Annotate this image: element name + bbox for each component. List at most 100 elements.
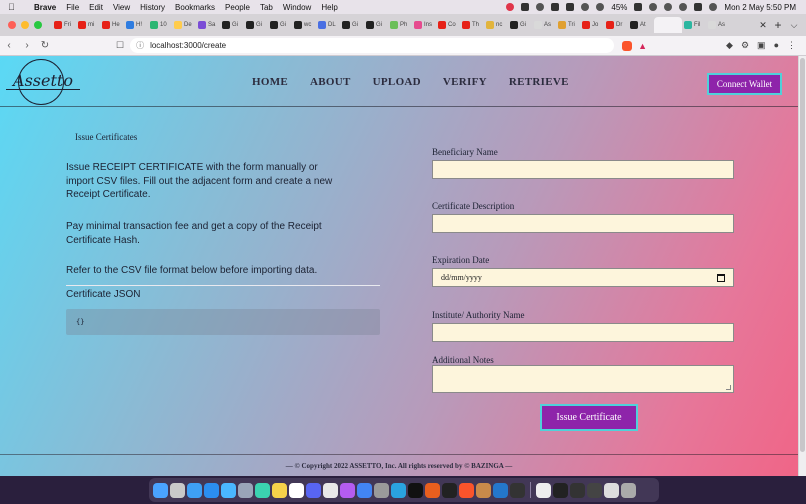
- menu-help[interactable]: Help: [321, 3, 337, 12]
- control-center-icon[interactable]: [694, 3, 703, 11]
- user-icon[interactable]: [664, 3, 673, 11]
- beneficiary-input[interactable]: [432, 160, 734, 179]
- dock-recent-window-icon[interactable]: [536, 482, 551, 498]
- notes-textarea[interactable]: [432, 365, 734, 393]
- institute-input[interactable]: [432, 323, 734, 342]
- dock-app-icon[interactable]: [272, 482, 287, 498]
- menu-app-name[interactable]: Brave: [34, 3, 56, 12]
- tab-search-icon[interactable]: ⌵: [786, 20, 802, 31]
- profile-icon[interactable]: ●: [774, 40, 779, 51]
- browser-tab[interactable]: Gi: [366, 17, 388, 33]
- dock-app-icon[interactable]: [357, 482, 372, 498]
- brave-shields-icon[interactable]: [622, 40, 633, 51]
- dock-app-icon[interactable]: [391, 482, 406, 498]
- nav-home[interactable]: HOME: [252, 76, 288, 88]
- browser-tab[interactable]: Th: [462, 17, 484, 33]
- wallet-icon[interactable]: ▣: [757, 40, 766, 51]
- browser-tab[interactable]: Tri: [558, 17, 580, 33]
- apple-icon[interactable]: : [8, 2, 22, 12]
- dock-app-icon[interactable]: [459, 482, 474, 498]
- resize-handle-icon[interactable]: [726, 385, 731, 390]
- dock-app-icon[interactable]: [442, 482, 457, 498]
- browser-tab[interactable]: Fil: [684, 17, 706, 33]
- dock-recent-window-icon[interactable]: [553, 482, 568, 498]
- browser-tab[interactable]: Ph: [390, 17, 412, 33]
- display-icon[interactable]: [551, 3, 560, 11]
- puzzle-icon[interactable]: ⚙: [741, 40, 749, 51]
- close-icon[interactable]: ✕: [756, 20, 770, 31]
- menu-tab[interactable]: Tab: [260, 3, 273, 12]
- battery-icon[interactable]: [634, 3, 643, 11]
- scrollbar-thumb[interactable]: [800, 58, 805, 452]
- browser-tab[interactable]: H!: [126, 17, 148, 33]
- browser-tab[interactable]: Gi: [342, 17, 364, 33]
- brave-rewards-icon[interactable]: ▲: [638, 41, 650, 51]
- reload-button[interactable]: ↻: [36, 40, 54, 51]
- browser-tab[interactable]: Fri: [54, 17, 76, 33]
- calendar-icon[interactable]: [717, 273, 725, 282]
- dock-app-icon[interactable]: [170, 482, 185, 498]
- new-tab-button[interactable]: +: [770, 18, 786, 32]
- dock-app-icon[interactable]: [153, 482, 168, 498]
- browser-tab[interactable]: Gi: [510, 17, 532, 33]
- dock-app-icon[interactable]: [238, 482, 253, 498]
- forward-button[interactable]: ›: [18, 40, 36, 51]
- browser-tab[interactable]: De: [174, 17, 196, 33]
- browser-tab[interactable]: Sa: [198, 17, 220, 33]
- connect-wallet-button[interactable]: Connect Wallet: [707, 73, 782, 95]
- browser-tab[interactable]: As: [708, 17, 730, 33]
- page-scrollbar[interactable]: [798, 56, 806, 476]
- search-icon[interactable]: [679, 3, 688, 11]
- bluetooth-icon[interactable]: [596, 3, 605, 11]
- bookmark-icon[interactable]: ☐: [116, 40, 124, 51]
- menu-file[interactable]: File: [66, 3, 79, 12]
- dock-app-icon[interactable]: [187, 482, 202, 498]
- dock-recent-window-icon[interactable]: [570, 482, 585, 498]
- minimize-window-button[interactable]: [21, 21, 29, 29]
- dock-app-icon[interactable]: [510, 482, 525, 498]
- dock-app-icon[interactable]: [221, 482, 236, 498]
- text-icon[interactable]: [566, 3, 575, 11]
- description-input[interactable]: [432, 214, 734, 233]
- menu-window[interactable]: Window: [283, 3, 311, 12]
- menu-bookmarks[interactable]: Bookmarks: [175, 3, 215, 12]
- browser-tab[interactable]: 10: [150, 17, 172, 33]
- nav-verify[interactable]: VERIFY: [443, 76, 487, 88]
- nav-retrieve[interactable]: RETRIEVE: [509, 76, 569, 88]
- menu-people[interactable]: People: [225, 3, 250, 12]
- browser-tab[interactable]: Co: [438, 17, 460, 33]
- wifi-icon[interactable]: [649, 3, 658, 11]
- browser-tab[interactable]: nc: [486, 17, 508, 33]
- browser-tab[interactable]: Gi: [246, 17, 268, 33]
- browser-tab[interactable]: DL: [318, 17, 340, 33]
- siri-icon[interactable]: [709, 3, 718, 11]
- menu-view[interactable]: View: [113, 3, 130, 12]
- browser-tab[interactable]: mi: [78, 17, 100, 33]
- close-window-button[interactable]: [8, 21, 16, 29]
- site-info-icon[interactable]: ⓘ: [136, 40, 144, 51]
- fullscreen-window-button[interactable]: [34, 21, 42, 29]
- browser-tab[interactable]: Jo: [582, 17, 604, 33]
- dock-app-icon[interactable]: [323, 482, 338, 498]
- dock-app-icon[interactable]: [408, 482, 423, 498]
- menu-history[interactable]: History: [140, 3, 165, 12]
- browser-tab[interactable]: As: [534, 17, 556, 33]
- dock-app-icon[interactable]: [255, 482, 270, 498]
- headset-icon[interactable]: [536, 3, 545, 11]
- dock-app-icon[interactable]: [340, 482, 355, 498]
- dock-recent-window-icon[interactable]: [587, 482, 602, 498]
- nav-about[interactable]: ABOUT: [310, 76, 351, 88]
- expiration-date-input[interactable]: dd/mm/yyyy: [432, 268, 734, 287]
- dock-app-icon[interactable]: [204, 482, 219, 498]
- assetto-logo[interactable]: Assetto: [4, 59, 82, 105]
- dock-recent-window-icon[interactable]: [621, 482, 636, 498]
- dock-app-icon[interactable]: [289, 482, 304, 498]
- address-bar[interactable]: ⓘ localhost:3000/create: [130, 38, 615, 53]
- dock-app-icon[interactable]: [476, 482, 491, 498]
- dock-recent-window-icon[interactable]: [604, 482, 619, 498]
- issue-certificate-button[interactable]: Issue Certificate: [540, 404, 638, 431]
- dock-app-icon[interactable]: [306, 482, 321, 498]
- dock-app-icon[interactable]: [493, 482, 508, 498]
- browser-tab[interactable]: Dr: [606, 17, 628, 33]
- browser-tab[interactable]: He: [102, 17, 124, 33]
